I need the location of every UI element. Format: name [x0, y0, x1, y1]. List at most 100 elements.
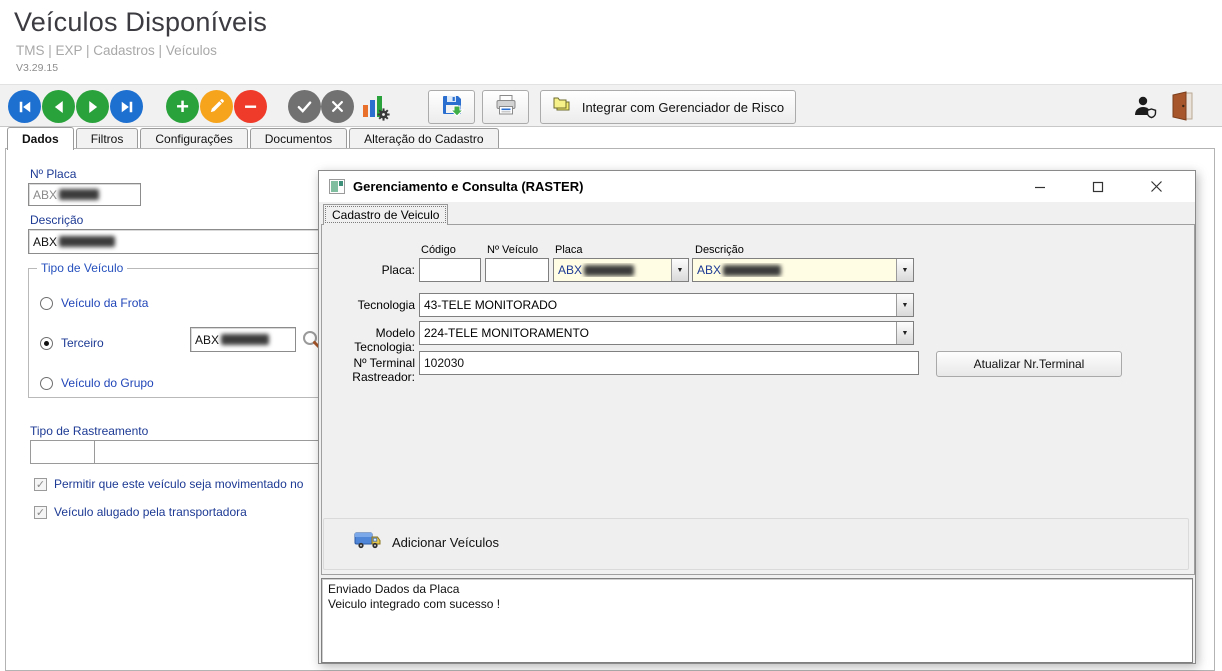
save-button[interactable]	[428, 90, 475, 124]
redacted-text	[59, 236, 116, 247]
chart-settings-button[interactable]	[360, 94, 390, 126]
cancel-button[interactable]	[321, 90, 354, 123]
nveiculo-input[interactable]	[485, 258, 549, 282]
first-record-button[interactable]	[8, 90, 41, 123]
descricao-combo-value: ABX	[697, 263, 896, 277]
checkbox-permitir-movimentacao[interactable]: ✓ Permitir que este veículo seja movimen…	[34, 477, 303, 491]
toolbar: + − Integrar com Gerenciador de Risco	[0, 84, 1222, 127]
print-button[interactable]	[482, 90, 529, 124]
tecnologia-combobox[interactable]: 43-TELE MONITORADO ▼	[419, 293, 914, 317]
col-header-codigo: Código	[421, 244, 456, 256]
app-window: Veículos Disponíveis TMS | EXP | Cadastr…	[0, 0, 1222, 671]
chevron-down-icon[interactable]: ▼	[896, 259, 913, 281]
descricao-value: ABX	[33, 234, 58, 249]
dialog-tab-cadastro-veiculo[interactable]: Cadastro de Veiculo	[323, 204, 449, 225]
radio-icon	[40, 376, 53, 390]
terceiro-placa-input[interactable]: ABX	[190, 327, 296, 352]
confirm-icon	[296, 98, 313, 115]
checkbox-label: Veículo alugado pela transportadora	[54, 505, 247, 519]
terminal-rastreador-label: Nº Terminal Rastreador:	[352, 356, 415, 384]
tab-dados[interactable]: Dados	[7, 127, 74, 150]
integrate-risk-label: Integrar com Gerenciador de Risco	[581, 99, 785, 115]
codigo-input[interactable]	[419, 258, 481, 282]
close-button[interactable]	[1127, 171, 1185, 202]
edit-button[interactable]	[200, 90, 233, 123]
integrate-risk-button[interactable]: Integrar com Gerenciador de Risco	[540, 90, 796, 124]
adicionar-veiculos-label: Adicionar Veículos	[392, 535, 499, 550]
tab-filtros[interactable]: Filtros	[75, 128, 139, 149]
chevron-down-icon[interactable]: ▼	[671, 259, 688, 281]
col-header-descricao: Descrição	[695, 244, 744, 256]
tab-alteracao-cadastro[interactable]: Alteração do Cadastro	[349, 128, 499, 149]
dialog-titlebar[interactable]: Gerenciamento e Consulta (RASTER)	[319, 171, 1195, 202]
tipo-rastreamento-label: Tipo de Rastreamento	[30, 424, 149, 438]
modelo-tecnologia-combobox[interactable]: 224-TELE MONITORAMENTO ▼	[419, 321, 914, 345]
next-record-icon	[84, 98, 102, 116]
tecnologia-value: 43-TELE MONITORADO	[424, 298, 558, 312]
placa-combo-value: ABX	[558, 263, 671, 277]
status-line: Enviado Dados da Placa	[328, 582, 460, 596]
exit-door-icon	[1170, 91, 1194, 125]
adicionar-veiculos-button[interactable]: Adicionar Veículos	[354, 529, 499, 556]
add-icon: +	[176, 93, 189, 119]
radio-icon	[40, 296, 53, 310]
descricao-combobox[interactable]: ABX ▼	[692, 258, 914, 282]
last-record-button[interactable]	[110, 90, 143, 123]
truck-icon	[354, 529, 382, 556]
placa-combobox[interactable]: ABX ▼	[553, 258, 689, 282]
checkbox-checked-icon: ✓	[34, 477, 47, 491]
previous-record-button[interactable]	[42, 90, 75, 123]
radio-label: Veículo do Grupo	[61, 376, 154, 390]
confirm-button[interactable]	[288, 90, 321, 123]
radio-veiculo-grupo[interactable]: Veículo do Grupo	[40, 376, 154, 390]
print-icon	[494, 93, 518, 122]
col-header-nveiculo: Nº Veículo	[487, 244, 539, 256]
exit-button[interactable]	[1170, 91, 1194, 126]
page-title: Veículos Disponíveis	[14, 7, 268, 37]
placa-label: Nº Placa	[30, 167, 77, 181]
user-shield-icon	[1132, 96, 1158, 123]
save-icon	[440, 93, 464, 122]
dialog-placa-label: Placa:	[381, 263, 415, 277]
placa-input[interactable]: ABX	[28, 183, 141, 206]
delete-icon: −	[244, 93, 257, 119]
breadcrumb: TMS | EXP | Cadastros | Veículos	[16, 43, 217, 58]
tipo-veiculo-legend: Tipo de Veículo	[37, 261, 128, 275]
dialog-title: Gerenciamento e Consulta (RASTER)	[353, 179, 584, 194]
next-record-button[interactable]	[76, 90, 109, 123]
redacted-text	[59, 189, 100, 200]
rastreamento-cell-codigo[interactable]	[30, 440, 95, 464]
chevron-down-icon[interactable]: ▼	[896, 322, 913, 344]
cancel-icon	[330, 99, 345, 114]
window-controls	[1011, 171, 1185, 202]
tecnologia-label: Tecnologia	[357, 298, 415, 312]
version-label: V3.29.15	[16, 62, 59, 74]
radio-terceiro[interactable]: Terceiro	[40, 336, 104, 350]
redacted-text	[584, 265, 635, 277]
delete-button[interactable]: −	[234, 90, 267, 123]
checkbox-label: Permitir que este veículo seja movimenta…	[54, 477, 304, 491]
redacted-text	[723, 265, 782, 277]
add-button[interactable]: +	[166, 90, 199, 123]
atualizar-terminal-button[interactable]: Atualizar Nr.Terminal	[936, 351, 1122, 377]
descricao-label: Descrição	[30, 213, 84, 227]
folders-icon	[552, 96, 574, 119]
terceiro-placa-value: ABX	[195, 332, 220, 347]
terminal-rastreador-input[interactable]: 102030	[419, 351, 919, 375]
radio-veiculo-frota[interactable]: Veículo da Frota	[40, 296, 148, 310]
tab-documentos[interactable]: Documentos	[249, 128, 348, 149]
minimize-button[interactable]	[1011, 171, 1069, 202]
chevron-down-icon[interactable]: ▼	[896, 294, 913, 316]
checkbox-veiculo-alugado[interactable]: ✓ Veículo alugado pela transportadora	[34, 505, 247, 519]
status-log[interactable]: Enviado Dados da Placa Veiculo integrado…	[321, 578, 1193, 663]
tab-configuracoes[interactable]: Configurações	[140, 128, 248, 149]
maximize-button[interactable]	[1069, 171, 1127, 202]
window-icon	[329, 179, 345, 199]
user-permissions-button[interactable]	[1132, 94, 1158, 124]
status-line: Veiculo integrado com sucesso !	[328, 597, 501, 611]
edit-icon	[208, 98, 225, 115]
dialog-button-strip: Adicionar Veículos	[323, 518, 1189, 570]
terminal-value: 102030	[424, 356, 465, 370]
redacted-text	[221, 334, 270, 345]
last-record-icon	[118, 98, 136, 116]
